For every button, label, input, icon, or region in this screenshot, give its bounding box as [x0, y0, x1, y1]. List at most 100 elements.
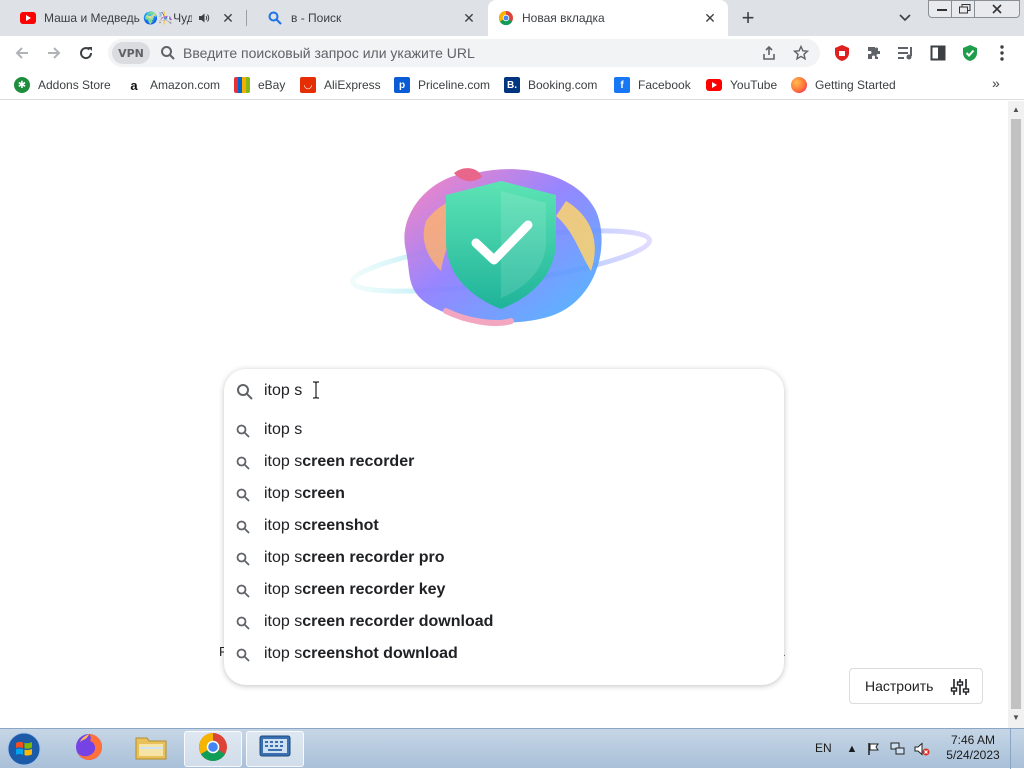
chevron-double-right-icon[interactable]: » — [992, 75, 1000, 91]
bookmark-label: Addons Store — [38, 78, 111, 92]
suggestion-item[interactable]: itop screen recorder key — [224, 574, 784, 606]
bookmark-amazon[interactable]: a Amazon.com — [126, 76, 220, 94]
omnibox[interactable]: VPN Введите поисковый запрос или укажите… — [108, 39, 820, 67]
side-panel-icon[interactable] — [928, 43, 948, 63]
close-icon[interactable]: ✕ — [461, 10, 477, 26]
search-icon — [160, 45, 176, 61]
bookmark-priceline[interactable]: p Priceline.com — [394, 76, 490, 94]
start-button[interactable] — [4, 731, 44, 767]
search-icon — [236, 648, 250, 662]
tab-new-tab[interactable]: Новая вкладка ✕ — [488, 0, 728, 36]
amazon-icon: a — [126, 77, 142, 93]
tab-search[interactable]: в - Поиск ✕ — [247, 0, 487, 36]
tab-youtube-masha[interactable]: Маша и Медведь 🌍🎠Чудо ✕ — [0, 0, 246, 36]
bookmark-label: Priceline.com — [418, 78, 491, 92]
search-icon — [236, 488, 250, 502]
suggestion-text: itop screen recorder download — [264, 613, 493, 631]
new-tab-button[interactable]: + — [736, 5, 760, 30]
close-icon[interactable]: ✕ — [220, 10, 236, 26]
suggestion-item[interactable]: itop screen recorder — [224, 446, 784, 478]
clock-time: 7:46 AM — [950, 733, 996, 747]
search-input[interactable]: itop s — [224, 369, 784, 413]
suggestion-completion: creen recorder download — [302, 613, 494, 630]
chevron-down-icon[interactable] — [894, 8, 916, 28]
language-indicator[interactable]: EN — [815, 741, 832, 755]
suggestion-prefix: itop s — [264, 613, 303, 630]
addons-store-icon: ✱ — [14, 77, 30, 93]
facebook-icon: f — [614, 77, 630, 93]
action-center-flag-icon[interactable] — [866, 741, 882, 757]
bookmark-facebook[interactable]: f Facebook — [614, 76, 691, 94]
search-suggestions-dropdown: itop s itop s itop screen recorder itop … — [224, 369, 784, 685]
bookmark-getting-started[interactable]: Getting Started — [791, 76, 896, 94]
text-cursor-icon — [312, 381, 320, 399]
taskbar: EN ▲ 7:46 AM 5/24/2023 — [0, 728, 1024, 769]
menu-kebab-icon[interactable] — [992, 43, 1012, 63]
bookmark-label: Facebook — [638, 78, 691, 92]
customize-button[interactable]: Настроить — [849, 668, 983, 704]
bookmark-label: Amazon.com — [150, 78, 221, 92]
shield-check-icon[interactable] — [960, 43, 980, 63]
suggestion-text: itop screen recorder pro — [264, 549, 445, 567]
search-icon — [236, 456, 250, 470]
bookmark-label: Getting Started — [815, 78, 896, 92]
show-hidden-icons-icon[interactable]: ▲ — [844, 741, 860, 757]
scroll-down-icon[interactable]: ▼ — [1012, 713, 1020, 722]
suggestion-text: itop screen recorder — [264, 453, 414, 471]
taskbar-file-explorer[interactable] — [122, 731, 180, 767]
volume-muted-icon[interactable] — [914, 741, 930, 757]
bookmark-ebay[interactable]: eBay — [234, 76, 285, 94]
tab-title: Новая вкладка — [522, 11, 605, 25]
show-desktop-button[interactable] — [1010, 729, 1024, 769]
suggestion-item[interactable]: itop screen — [224, 478, 784, 510]
extensions-icon[interactable] — [864, 43, 884, 63]
tab-title: Маша и Медведь 🌍🎠Чудо — [44, 11, 192, 25]
close-icon[interactable]: ✕ — [702, 10, 718, 26]
suggestion-item[interactable]: itop screenshot download — [224, 638, 784, 670]
taskbar-on-screen-keyboard[interactable] — [246, 731, 304, 767]
share-icon[interactable] — [760, 44, 778, 62]
search-icon — [236, 616, 250, 630]
scrollbar-thumb[interactable] — [1011, 119, 1021, 709]
suggestion-item[interactable]: itop screenshot — [224, 510, 784, 542]
bookmark-addons-store[interactable]: ✱ Addons Store — [14, 76, 111, 94]
bookmark-aliexpress[interactable]: ◡ AliExpress — [300, 76, 381, 94]
customize-label: Настроить — [865, 678, 934, 694]
reload-button[interactable] — [74, 41, 98, 65]
bookmark-booking[interactable]: B. Booking.com — [504, 76, 597, 94]
suggestion-prefix: itop s — [264, 645, 303, 662]
taskbar-firefox[interactable] — [60, 731, 118, 767]
suggestion-item[interactable]: itop screen recorder pro — [224, 542, 784, 574]
forward-button[interactable] — [42, 41, 66, 65]
suggestion-prefix: itop s — [264, 517, 303, 534]
page-scrollbar[interactable]: ▲ ▼ — [1008, 101, 1024, 728]
search-icon — [236, 584, 250, 598]
back-button[interactable] — [10, 41, 34, 65]
close-window-button[interactable] — [974, 0, 1020, 18]
search-icon — [267, 10, 283, 26]
youtube-icon — [706, 77, 722, 93]
omnibox-placeholder: Введите поисковый запрос или укажите URL — [183, 45, 475, 61]
adblock-icon[interactable] — [832, 43, 852, 63]
aliexpress-icon: ◡ — [300, 77, 316, 93]
suggestion-item[interactable]: itop screen recorder download — [224, 606, 784, 638]
scroll-up-icon[interactable]: ▲ — [1012, 105, 1020, 114]
sliders-icon — [950, 677, 970, 697]
bookmark-youtube[interactable]: YouTube — [706, 76, 777, 94]
suggestion-item[interactable]: itop s — [224, 414, 784, 446]
booking-icon: B. — [504, 77, 520, 93]
bookmark-star-icon[interactable] — [792, 44, 810, 62]
suggestion-prefix: itop s — [264, 453, 303, 470]
speaker-icon[interactable] — [198, 12, 214, 24]
search-icon — [236, 520, 250, 534]
network-icon[interactable] — [890, 741, 906, 757]
taskbar-chrome[interactable] — [184, 731, 242, 767]
suggestion-completion: creen — [302, 485, 345, 502]
system-clock[interactable]: 7:46 AM 5/24/2023 — [940, 733, 1006, 763]
tab-strip: Маша и Медведь 🌍🎠Чудо ✕ в - Поиск ✕ Нова… — [0, 0, 1024, 36]
vpn-badge[interactable]: VPN — [112, 42, 150, 64]
priceline-icon: p — [394, 77, 410, 93]
suggestion-completion: creen recorder pro — [302, 549, 445, 566]
chrome-icon — [198, 732, 228, 767]
media-playlist-icon[interactable] — [896, 43, 916, 63]
